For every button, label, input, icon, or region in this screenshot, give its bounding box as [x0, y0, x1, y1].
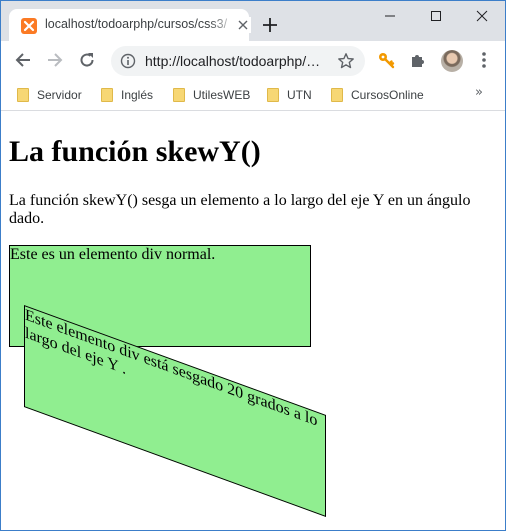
window-close-icon[interactable]	[459, 1, 505, 31]
back-icon[interactable]	[12, 49, 34, 71]
bookmark-servidor[interactable]: Servidor	[17, 85, 82, 105]
bookmark-ingles[interactable]: Inglés	[101, 85, 153, 105]
tab-close-icon[interactable]	[235, 17, 251, 33]
toolbar: http://localhost/todoarphp/cursos/css3/	[1, 41, 505, 79]
bookmarks-overflow-button[interactable]: »	[475, 85, 483, 100]
bookmark-label: UTN	[287, 88, 312, 102]
folder-icon	[17, 88, 29, 102]
bookmark-cursosonline[interactable]: CursosOnline	[331, 85, 424, 105]
minimize-icon[interactable]	[367, 1, 413, 31]
page-title: La función skewY()	[9, 135, 261, 168]
reload-icon[interactable]	[76, 49, 98, 71]
bookmark-utn[interactable]: UTN	[267, 85, 312, 105]
bookmark-label: CursosOnline	[351, 88, 424, 102]
url-text[interactable]: http://localhost/todoarphp/cursos/css3/	[145, 53, 327, 69]
new-tab-icon[interactable]	[259, 14, 281, 36]
address-bar[interactable]: http://localhost/todoarphp/cursos/css3/	[111, 46, 365, 76]
extensions-icon[interactable]	[407, 49, 429, 71]
page-description: La función skewY() sesga un elemento a l…	[9, 192, 471, 227]
bookmark-utilesweb[interactable]: UtilesWEB	[173, 85, 250, 105]
bookmark-label: Inglés	[121, 88, 154, 102]
bookmark-label: UtilesWEB	[193, 88, 251, 102]
info-icon[interactable]	[120, 53, 136, 73]
key-icon[interactable]	[375, 49, 397, 71]
xampp-favicon-icon	[21, 18, 37, 34]
menu-icon[interactable]	[473, 49, 495, 71]
title-bar: localhost/todoarphp/cursos/css3/	[1, 1, 505, 41]
bookmarks-bar: Servidor Inglés UtilesWEB UTN CursosOnli…	[1, 79, 505, 111]
bookmark-label: Servidor	[37, 88, 82, 102]
tab-title: localhost/todoarphp/cursos/css3/	[45, 17, 228, 31]
browser-tab[interactable]: localhost/todoarphp/cursos/css3/	[9, 9, 251, 41]
folder-icon	[101, 88, 113, 102]
forward-icon[interactable]	[44, 49, 66, 71]
page-content: La función skewY() La función skewY() se…	[1, 112, 505, 530]
profile-avatar[interactable]	[441, 50, 463, 72]
folder-icon	[173, 88, 185, 102]
star-icon[interactable]	[337, 52, 355, 74]
browser-window: localhost/todoarphp/cursos/css3/ http://…	[1, 1, 505, 530]
folder-icon	[267, 88, 279, 102]
maximize-icon[interactable]	[413, 1, 459, 31]
folder-icon	[331, 88, 343, 102]
